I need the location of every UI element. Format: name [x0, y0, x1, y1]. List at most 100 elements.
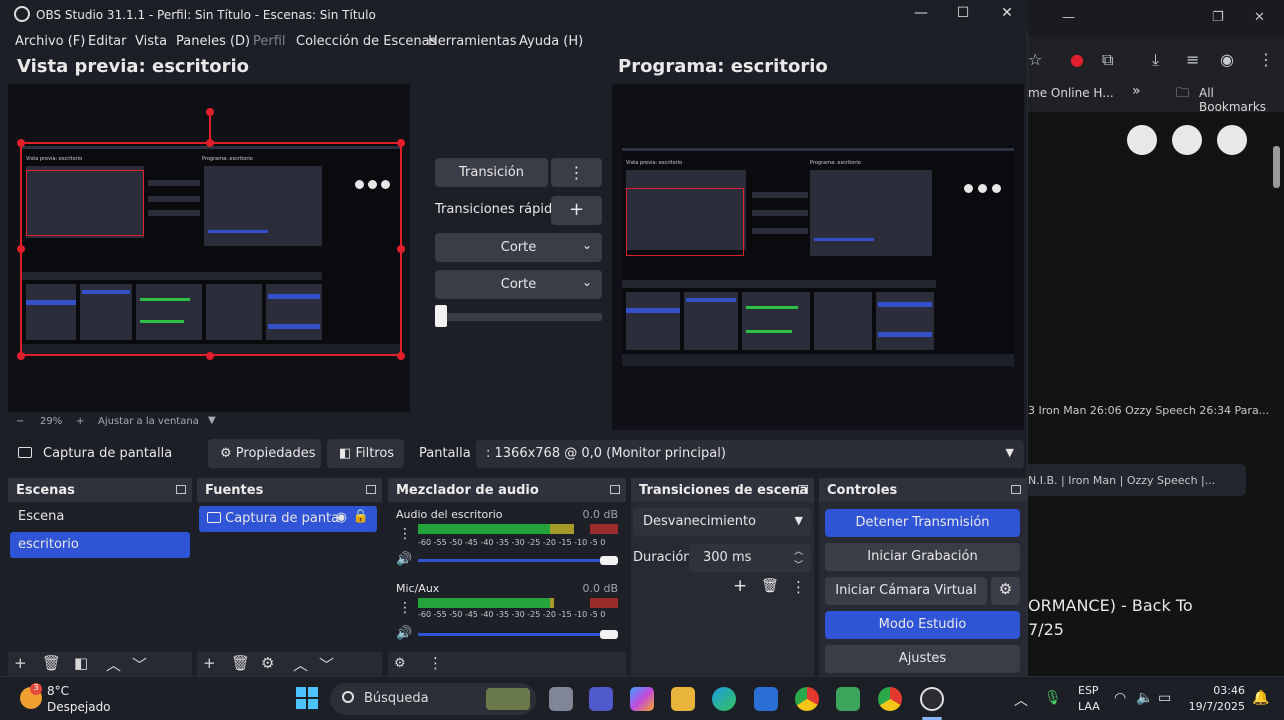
restore-icon[interactable]: ❐: [1212, 10, 1224, 25]
chevron-up-icon[interactable]: ︿: [293, 654, 308, 675]
weather-temperature[interactable]: 8°C: [47, 684, 69, 698]
gear-icon[interactable]: ⚙: [261, 654, 274, 672]
edge-icon[interactable]: [712, 687, 736, 711]
menu-file[interactable]: Archivo (F): [15, 34, 85, 49]
start-recording-button[interactable]: Iniciar Grabación: [825, 543, 1020, 571]
extension-red-icon[interactable]: ●: [1070, 50, 1084, 69]
transition-menu-button[interactable]: ⋮: [551, 158, 602, 187]
speaker-icon[interactable]: 🔊: [396, 552, 412, 567]
scene-item[interactable]: escritorio: [10, 532, 190, 558]
resize-handle[interactable]: [17, 352, 25, 360]
trash-icon[interactable]: 🗑: [231, 654, 250, 672]
lock-icon[interactable]: 🔒: [353, 509, 369, 524]
resize-handle[interactable]: [206, 139, 214, 147]
quick-transition-cut-2[interactable]: Corte ⌄: [435, 270, 602, 299]
eye-icon[interactable]: ◉: [336, 510, 347, 525]
fit-to-window[interactable]: Ajustar a la ventana: [98, 416, 199, 427]
gear-icon[interactable]: ⚙: [394, 656, 406, 671]
filter-icon[interactable]: ◧: [74, 654, 88, 672]
kebab-icon[interactable]: ⋮: [428, 654, 443, 672]
all-bookmarks-link[interactable]: All Bookmarks: [1199, 86, 1284, 114]
properties-button[interactable]: ⚙ Propiedades: [208, 439, 321, 468]
keyboard-layout[interactable]: LAA: [1078, 700, 1100, 713]
zoom-in-button[interactable]: +: [76, 416, 84, 427]
selection-box[interactable]: [20, 142, 402, 356]
volume-slider[interactable]: [418, 559, 608, 562]
transition-button[interactable]: Transición: [435, 158, 548, 187]
duration-input[interactable]: 300 ms ︿ ﹀: [689, 544, 811, 572]
plus-icon[interactable]: +: [203, 654, 216, 672]
chevron-down-icon[interactable]: ﹀: [794, 558, 803, 571]
chevron-down-icon[interactable]: ﹀: [319, 654, 334, 675]
teams-icon[interactable]: [589, 687, 613, 711]
copilot-icon[interactable]: [630, 687, 654, 711]
bookmark-item[interactable]: me Online H...: [1028, 86, 1114, 100]
round-button[interactable]: [1217, 125, 1247, 155]
trash-icon[interactable]: 🗑: [761, 578, 779, 594]
screen-select[interactable]: : 1366x768 @ 0,0 (Monitor principal) ▼: [476, 440, 1024, 468]
close-button[interactable]: ✕: [996, 5, 1018, 21]
menu-profile[interactable]: Perfil: [253, 34, 286, 49]
store-icon[interactable]: [754, 687, 778, 711]
weather-description[interactable]: Despejado: [47, 700, 111, 714]
battery-icon[interactable]: ▭: [1158, 690, 1171, 706]
clock-date[interactable]: 19/7/2025: [1188, 700, 1245, 713]
keyboard-language[interactable]: ESP: [1078, 684, 1099, 697]
t-bar-track[interactable]: [436, 313, 602, 321]
trash-icon[interactable]: 🗑: [42, 654, 61, 672]
menu-tools[interactable]: Herramientas: [428, 34, 517, 49]
transition-select[interactable]: Desvanecimiento ▼: [633, 508, 811, 536]
kebab-icon[interactable]: ⋮: [791, 578, 806, 596]
add-quick-transition-button[interactable]: +: [551, 196, 602, 225]
taskbar-search[interactable]: Búsqueda: [330, 683, 536, 715]
task-view-icon[interactable]: [549, 687, 573, 711]
chapter-chip[interactable]: N.I.B. | Iron Man | Ozzy Speech |...: [1018, 464, 1246, 496]
menu-edit[interactable]: Editar: [88, 34, 127, 49]
round-button[interactable]: [1172, 125, 1202, 155]
plus-icon[interactable]: +: [733, 576, 747, 596]
notifications-icon[interactable]: 🔔: [1252, 690, 1269, 706]
windows-start-icon[interactable]: [296, 687, 318, 709]
more-bookmarks-icon[interactable]: »: [1132, 83, 1141, 99]
chrome-icon[interactable]: [795, 687, 819, 711]
wifi-icon[interactable]: ◠: [1114, 690, 1126, 706]
star-icon[interactable]: ☆: [1028, 50, 1042, 69]
undock-icon[interactable]: [1011, 485, 1021, 494]
volume-handle[interactable]: [600, 556, 618, 565]
download-icon[interactable]: ⤓: [1152, 50, 1159, 70]
volume-slider[interactable]: [418, 633, 608, 636]
chevron-up-icon[interactable]: ︿: [794, 544, 803, 557]
minimize-button[interactable]: —: [910, 5, 932, 21]
settings-button[interactable]: Ajustes: [825, 645, 1020, 673]
virtual-camera-settings-button[interactable]: ⚙: [991, 577, 1020, 605]
undock-icon[interactable]: [798, 485, 808, 494]
more-icon[interactable]: ⋮: [1258, 50, 1274, 69]
minimize-icon[interactable]: —: [1062, 10, 1075, 25]
resize-handle[interactable]: [17, 139, 25, 147]
clock-time[interactable]: 03:46: [1205, 684, 1245, 697]
stop-streaming-button[interactable]: Detener Transmisión: [825, 509, 1020, 537]
maximize-button[interactable]: ☐: [952, 5, 974, 21]
file-explorer-icon[interactable]: [671, 687, 695, 711]
speaker-icon[interactable]: 🔊: [396, 626, 412, 641]
volume-icon[interactable]: 🔈: [1136, 690, 1153, 706]
source-item[interactable]: Captura de panta ◉ 🔒: [199, 506, 377, 532]
chevron-up-icon[interactable]: ︿: [106, 654, 121, 675]
resize-handle[interactable]: [206, 352, 214, 360]
resize-handle[interactable]: [17, 245, 25, 253]
resize-handle[interactable]: [397, 352, 405, 360]
studio-mode-button[interactable]: Modo Estudio: [825, 611, 1020, 639]
volume-handle[interactable]: [600, 630, 618, 639]
obs-taskbar-icon[interactable]: [920, 687, 944, 711]
scene-item[interactable]: Escena: [10, 504, 190, 530]
kebab-icon[interactable]: ⋮: [398, 526, 412, 542]
menu-view[interactable]: Vista: [135, 34, 167, 49]
avatar-icon[interactable]: ◉: [1220, 50, 1234, 69]
kebab-icon[interactable]: ⋮: [398, 600, 412, 616]
video-title-line2[interactable]: 7/25: [1028, 620, 1064, 639]
plus-icon[interactable]: +: [14, 654, 27, 672]
resize-handle[interactable]: [397, 245, 405, 253]
t-bar-handle[interactable]: [435, 305, 447, 327]
zoom-out-button[interactable]: −: [16, 416, 24, 427]
menu-docks[interactable]: Paneles (D): [176, 34, 250, 49]
